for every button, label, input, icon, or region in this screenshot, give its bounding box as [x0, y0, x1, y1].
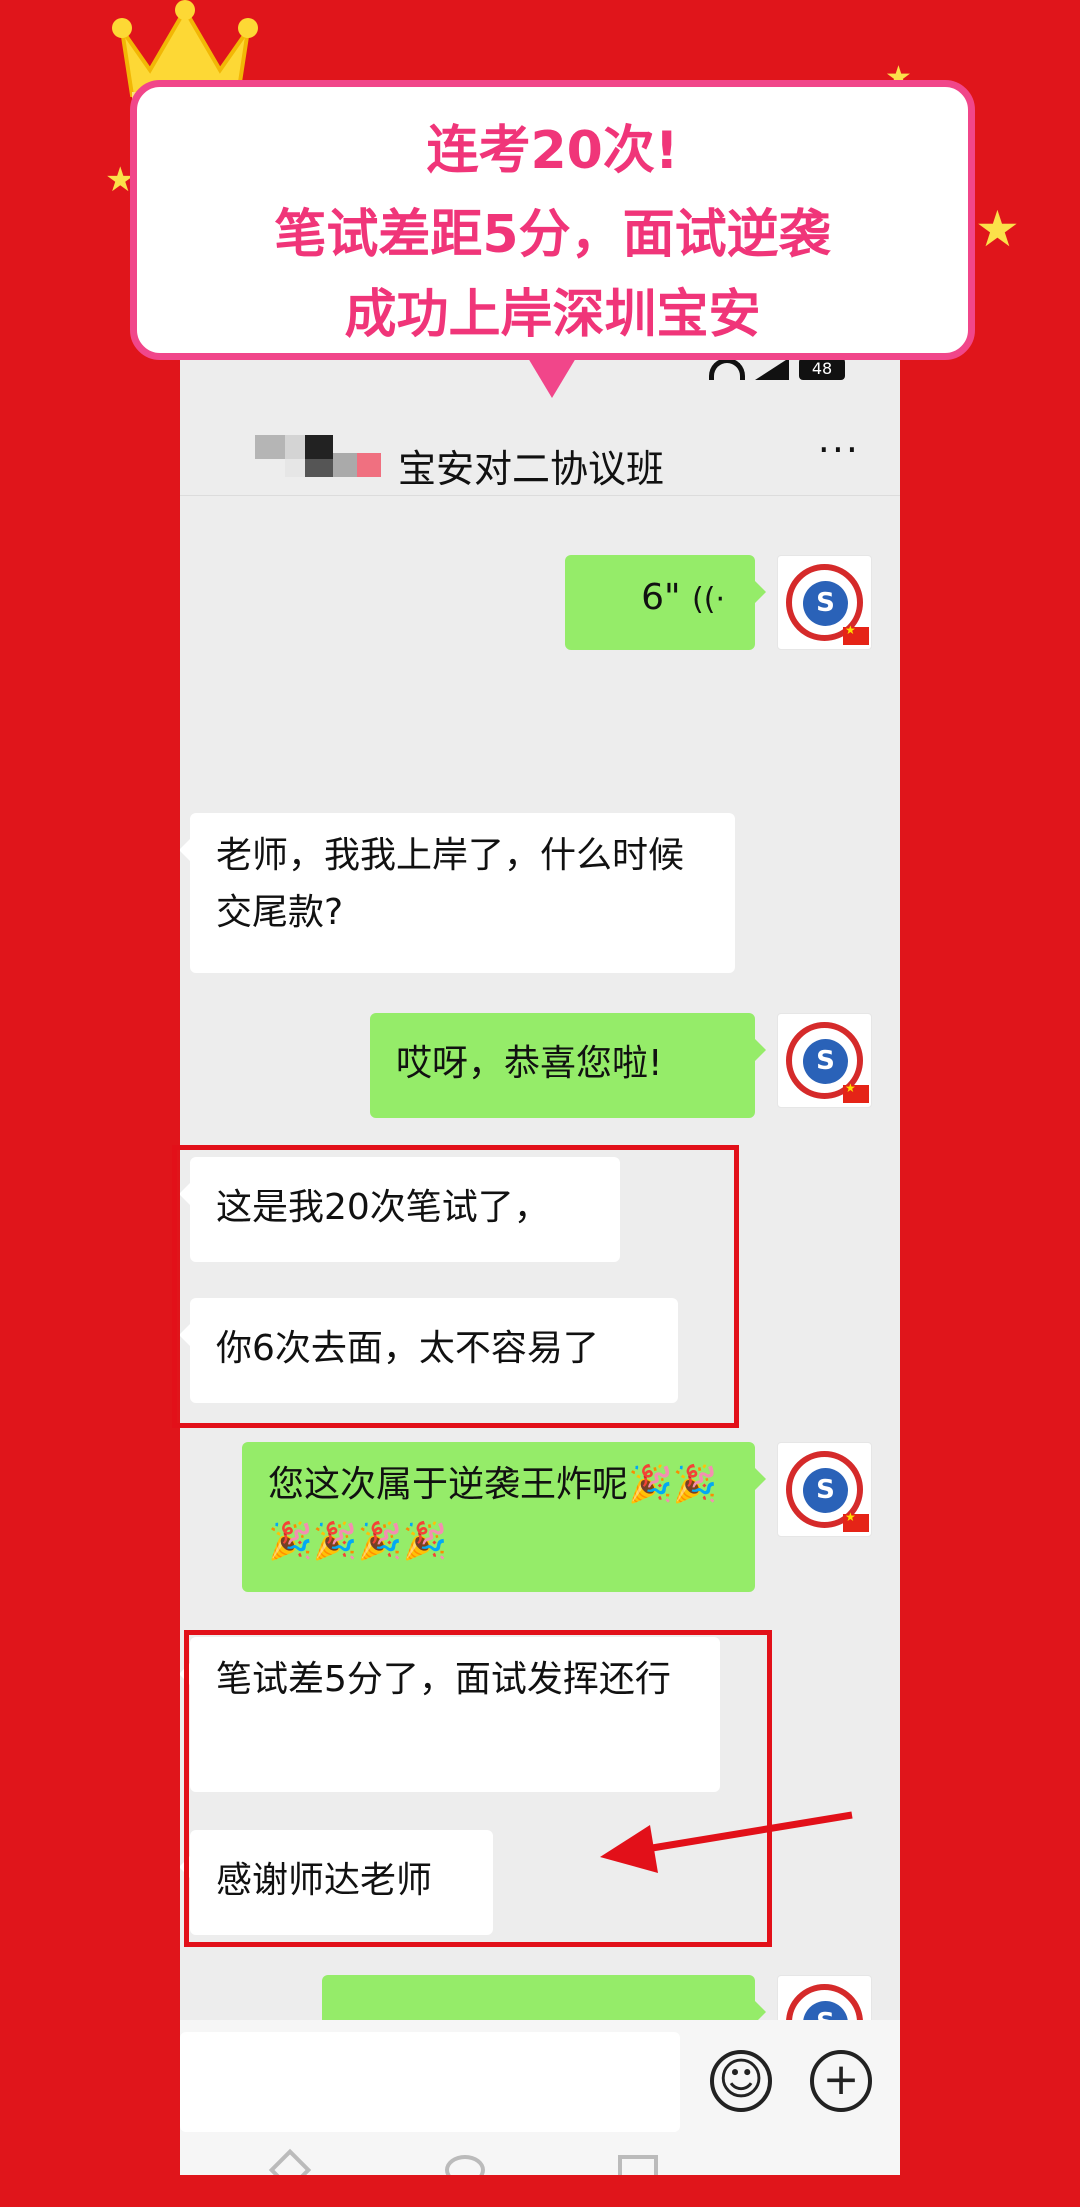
add-button[interactable]: + [810, 2050, 872, 2112]
arrow-icon [600, 1811, 853, 1873]
voice-duration: 6" [641, 577, 681, 618]
message-bubble[interactable]: 您这次属于逆袭王炸呢🎉🎉🎉🎉🎉🎉 [242, 1442, 766, 1592]
avatar[interactable]: S [777, 1013, 872, 1108]
blurred-avatar [255, 435, 383, 477]
signal-icon [755, 358, 789, 380]
avatar[interactable]: S [777, 555, 872, 650]
battery-icon: 48 [799, 358, 845, 380]
banner-pointer [528, 358, 576, 398]
banner-line-1: 连考20次! [426, 121, 679, 181]
nav-recent-icon[interactable] [618, 2155, 658, 2175]
wifi-icon [709, 358, 745, 380]
message-bubble[interactable]: 老师，我我上岸了，什么时候交尾款? [180, 813, 735, 973]
message-text: 感谢师达老师 [216, 1860, 433, 1901]
avatar[interactable]: S [777, 1442, 872, 1537]
message-input[interactable] [180, 2032, 680, 2132]
message-text: 你6次去面，太不容易了 [216, 1328, 599, 1369]
message-bubble[interactable]: 哎呀，恭喜您啦! [370, 1013, 766, 1118]
message-bubble[interactable]: 笔试差5分了，面试发挥还行 [180, 1637, 720, 1792]
message-bubble[interactable]: 你6次去面，太不容易了 [180, 1298, 678, 1403]
message-text: 哎呀，恭喜您啦! [396, 1043, 663, 1084]
star-icon: ★ [975, 200, 1020, 258]
message-text: 您这次属于逆袭王炸呢🎉🎉🎉🎉🎉🎉 [268, 1464, 718, 1562]
banner-line-3: 成功上岸深圳宝安 [344, 285, 761, 345]
message-text: 笔试差5分了，面试发挥还行 [216, 1659, 671, 1700]
message-bubble[interactable]: 这是我20次笔试了， [180, 1157, 620, 1262]
chat-title: 宝安对二协议班 [398, 447, 665, 491]
message-text: 老师，我我上岸了，什么时候交尾款? [216, 835, 685, 933]
voice-wave-icon: ((· [692, 582, 725, 617]
message-text: 这是我20次笔试了， [216, 1187, 550, 1228]
message-bubble[interactable]: 感谢师达老师 [180, 1830, 493, 1935]
emoji-button[interactable]: ☺ [710, 2050, 772, 2112]
phone-screen: 48 宝安对二协议班 ··· 6" ((· S 18:51 老师，我我上岸了，什… [180, 340, 900, 2175]
banner-line-2: 笔试差距5分，面试逆袭 [274, 205, 831, 265]
more-options-button[interactable]: ··· [818, 431, 860, 469]
voice-message-bubble[interactable]: 6" ((· [565, 555, 766, 650]
